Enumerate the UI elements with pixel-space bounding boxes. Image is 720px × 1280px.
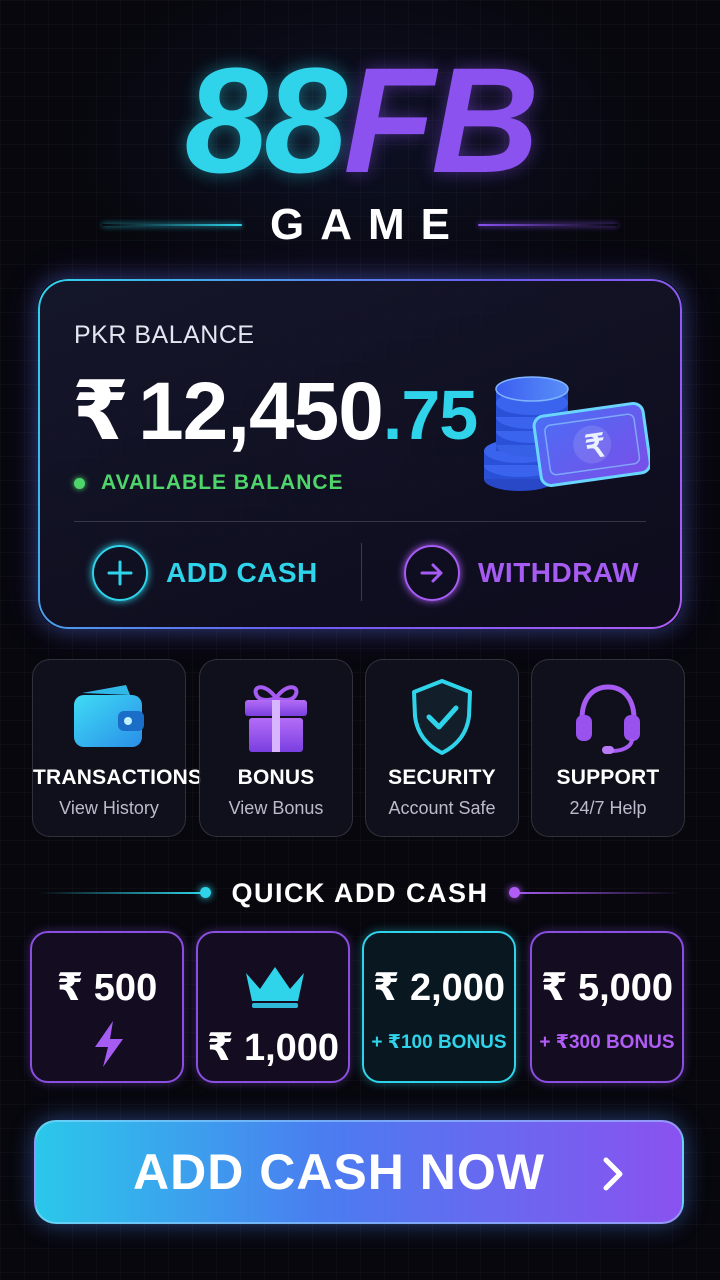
arrow-right-icon [404,545,460,601]
add-cash-now-label: ADD CASH NOW [133,1144,545,1200]
tile-title: SECURITY [388,766,496,789]
wallet-icon [33,676,185,758]
tile-transactions[interactable]: TRANSACTIONS View History [32,659,203,837]
tile-title: BONUS [237,766,315,789]
withdraw-label: WITHDRAW [478,557,640,588]
quick-add-amount: ₹ 2,000 [372,967,506,1009]
balance-amount: ₹12,450.75 [72,366,478,461]
app-logo: 88FB [0,40,720,200]
shield-check-icon [366,676,518,758]
quick-add-bonus: + ₹300 BONUS [539,1032,675,1053]
tile-security[interactable]: SECURITY Account Safe [365,659,519,837]
gift-icon [200,676,352,758]
wallet-screen: 88FB GAME PKR BALANCE ₹12,450.75 AVAILAB… [0,0,720,1280]
balance-amount-main: 12,450 [138,366,384,457]
tile-subtitle: 24/7 Help [569,798,647,818]
logo-subtitle-row: GAME [0,200,720,250]
quick-add-2000[interactable]: ₹ 2,000 + ₹100 BONUS [362,931,516,1083]
crown-icon [246,967,304,1008]
quick-add-header: QUICK ADD CASH [0,874,720,912]
balance-status: AVAILABLE BALANCE [74,471,344,495]
quick-add-1000[interactable]: ₹ 1,000 [196,931,350,1083]
quick-add-5000[interactable]: ₹ 5,000 + ₹300 BONUS [530,931,684,1083]
add-cash-now-button[interactable]: ADD CASH NOW [34,1120,684,1224]
tile-title: TRANSACTIONS [33,766,203,789]
quick-add-amount: ₹ 5,000 [540,967,674,1009]
tile-support[interactable]: SUPPORT 24/7 Help [531,659,685,837]
coins-cash-icon: ₹ [484,376,650,491]
currency-symbol: ₹ [72,366,129,457]
tile-subtitle: Account Safe [388,798,496,818]
balance-card: PKR BALANCE ₹12,450.75 AVAILABLE BALANCE [38,279,682,629]
quick-add-title: QUICK ADD CASH [231,878,489,908]
add-cash-button[interactable]: ADD CASH [92,545,318,601]
quick-add-500[interactable]: ₹ 500 [30,931,184,1083]
headset-icon [532,676,684,758]
tile-subtitle: View History [59,798,159,818]
balance-status-label: AVAILABLE BALANCE [101,471,344,494]
chevron-right-icon [603,1157,623,1191]
logo-subtitle: GAME [270,200,466,249]
balance-label: PKR BALANCE [74,321,255,349]
quick-add-amount: ₹ 500 [56,967,158,1009]
quick-add-amount: ₹ 1,000 [206,1027,340,1069]
status-dot-icon [74,477,85,489]
quick-add-bonus: + ₹100 BONUS [371,1032,507,1053]
tile-subtitle: View Bonus [228,798,324,818]
withdraw-button[interactable]: WITHDRAW [404,545,639,601]
logo-text-numeric: 88 [184,36,348,204]
plus-icon [92,545,148,601]
balance-divider [74,521,646,522]
lightning-icon [95,1021,123,1067]
balance-amount-decimal: .75 [382,376,478,454]
actions-divider [361,543,362,601]
add-cash-label: ADD CASH [166,557,318,588]
logo-text-letters: FB [343,36,539,204]
tile-bonus[interactable]: BONUS View Bonus [199,659,353,837]
tile-title: SUPPORT [556,766,660,789]
